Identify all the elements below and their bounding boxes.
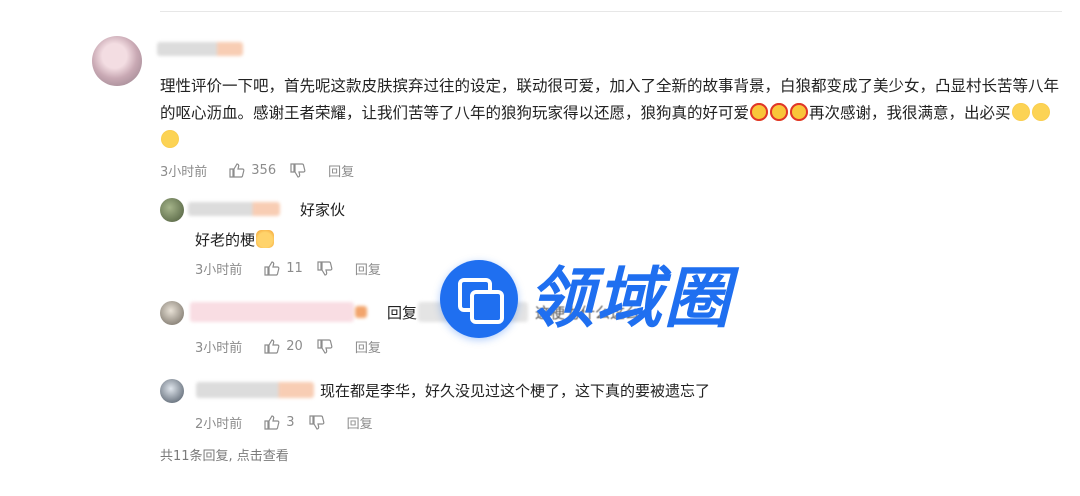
like-button[interactable]: 20: [264, 339, 303, 354]
comment-meta: 3小时前 356 回复: [160, 161, 354, 180]
watermark: 领域圈: [440, 260, 732, 338]
like-button[interactable]: 3: [264, 414, 295, 430]
timestamp: 3小时前: [160, 164, 208, 180]
avatar[interactable]: [160, 301, 184, 325]
view-more-replies-link[interactable]: 共11条回复, 点击查看: [160, 445, 289, 464]
username-blurred[interactable]: [157, 42, 243, 56]
dislike-button[interactable]: [317, 260, 333, 276]
thumbs-up-icon: [264, 338, 280, 354]
like-count: 3: [286, 414, 295, 430]
dislike-button[interactable]: [290, 162, 306, 178]
avatar[interactable]: [160, 379, 184, 403]
like-button[interactable]: 356: [229, 163, 276, 178]
reply-button[interactable]: 回复: [355, 259, 381, 278]
avatar[interactable]: [160, 198, 184, 222]
username-blurred[interactable]: [196, 382, 314, 398]
heart-eyes-emoji-icon: [770, 103, 789, 121]
reply-meta: 3小时前 20 回复: [195, 337, 381, 356]
thumbs-up-icon: [229, 162, 245, 178]
timestamp: 3小时前: [195, 340, 243, 356]
reply-meta: 2小时前 3 回复: [195, 413, 373, 432]
comment-text: 理性评价一下吧，首先呢这款皮肤摈弃过往的设定，联动很可爱，加入了全新的故事背景，…: [160, 73, 1065, 154]
heart-eyes-emoji-icon: [750, 103, 769, 121]
like-count: 11: [286, 260, 303, 276]
kiss-emoji-icon: [1031, 103, 1050, 121]
reply-button[interactable]: 回复: [355, 337, 381, 356]
like-count: 356: [251, 162, 277, 178]
thumbs-down-icon: [308, 414, 324, 430]
reply-meta: 3小时前 11 回复: [195, 259, 381, 278]
avatar[interactable]: [92, 36, 142, 86]
like-count: 20: [286, 338, 303, 354]
timestamp: 2小时前: [195, 416, 243, 432]
reply-text: 回复: [387, 304, 418, 322]
like-button[interactable]: 11: [264, 261, 303, 276]
watermark-logo-icon: [440, 260, 518, 338]
reply-body: 好老的梗: [195, 230, 275, 250]
thumbs-down-icon: [317, 260, 333, 276]
top-divider: [160, 11, 1062, 12]
cat-emoji-icon: [256, 230, 275, 248]
dislike-button[interactable]: [317, 338, 333, 354]
thumbs-up-icon: [264, 414, 280, 430]
thumbs-up-icon: [264, 260, 280, 276]
level-badge-icon: [355, 306, 367, 318]
watermark-text: 领域圈: [528, 260, 732, 337]
heart-eyes-emoji-icon: [790, 103, 809, 121]
timestamp: 3小时前: [195, 262, 243, 278]
kiss-emoji-icon: [1011, 103, 1030, 121]
username-blurred[interactable]: [188, 202, 280, 216]
reply-button[interactable]: 回复: [328, 161, 354, 180]
dislike-button[interactable]: [308, 414, 325, 430]
username-blurred[interactable]: [190, 302, 354, 322]
thumbs-down-icon: [317, 338, 333, 354]
reply-text: 现在都是李华，好久没见过这个梗了，这下真的要被遗忘了: [320, 382, 711, 400]
kiss-emoji-icon: [161, 130, 179, 148]
reply-text: 好家伙: [300, 201, 346, 219]
reply-button[interactable]: 回复: [347, 413, 373, 432]
thumbs-down-icon: [290, 162, 306, 178]
